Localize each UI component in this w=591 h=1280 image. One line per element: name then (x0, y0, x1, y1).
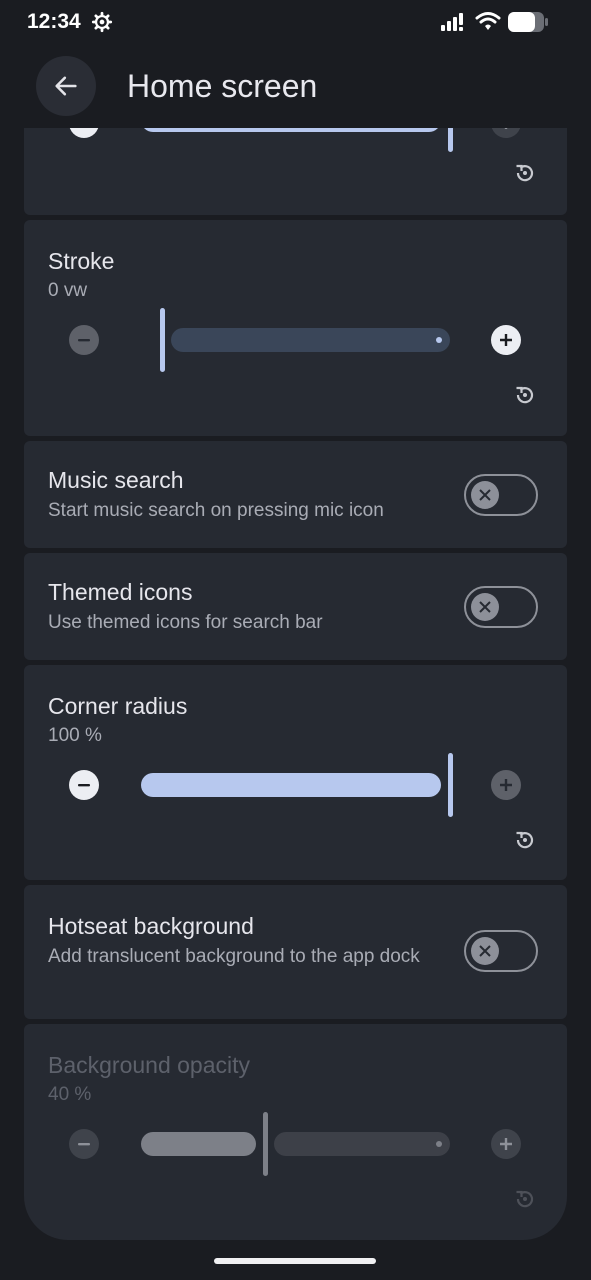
slider-thumb[interactable] (448, 128, 453, 152)
plus-icon (500, 779, 512, 791)
background-opacity-value: 40 % (48, 1084, 92, 1105)
minus-icon (78, 339, 90, 342)
slider-end-dot (436, 1141, 442, 1147)
signal-icon (441, 13, 463, 31)
themed-icons-card[interactable]: Themed icons Use themed icons for search… (24, 553, 567, 660)
corner-radius-value: 100 % (48, 725, 102, 746)
slider-inactive-track[interactable] (171, 328, 450, 352)
music-search-title: Music search (48, 467, 184, 493)
slider-thumb[interactable] (160, 308, 165, 372)
slider-active-track[interactable] (141, 128, 441, 132)
plus-icon (500, 1138, 512, 1150)
themed-icons-title: Themed icons (48, 579, 193, 605)
settings-list[interactable]: Stroke 0 vw Music search Start music sea… (0, 128, 591, 1242)
music-search-card[interactable]: Music search Start music search on press… (24, 441, 567, 548)
corner-radius-card: Corner radius 100 % (24, 665, 567, 880)
themed-icons-toggle[interactable] (464, 586, 538, 628)
corner-radius-increase-button[interactable] (491, 770, 521, 800)
plus-icon (504, 128, 508, 129)
hotseat-background-toggle[interactable] (464, 930, 538, 972)
page-title: Home screen (127, 68, 318, 104)
status-time: 12:34 (27, 10, 81, 33)
slider-active-track[interactable] (141, 773, 441, 797)
minus-icon (78, 1143, 90, 1146)
app-bar: Home screen (0, 50, 591, 126)
slider-thumb[interactable] (448, 753, 453, 817)
stroke-decrease-button[interactable] (69, 325, 99, 355)
background-opacity-title: Background opacity (48, 1052, 251, 1078)
reset-icon[interactable] (513, 161, 537, 185)
music-search-subtitle: Start music search on pressing mic icon (48, 500, 384, 521)
stroke-increase-button[interactable] (491, 325, 521, 355)
back-button[interactable] (36, 56, 96, 116)
stroke-card: Stroke 0 vw (24, 220, 567, 436)
wifi-icon (475, 12, 501, 30)
background-opacity-increase-button[interactable] (491, 1129, 521, 1159)
corner-radius-title: Corner radius (48, 693, 188, 719)
slider-active-track[interactable] (141, 1132, 256, 1156)
close-icon (479, 489, 491, 501)
status-bar: 12:34 (0, 0, 591, 44)
background-opacity-decrease-button[interactable] (69, 1129, 99, 1159)
reset-icon[interactable] (513, 828, 537, 852)
battery-icon (508, 12, 548, 32)
back-arrow-icon (55, 76, 77, 96)
increase-button[interactable] (491, 128, 521, 138)
hotseat-background-title: Hotseat background (48, 913, 254, 939)
gesture-nav-bar[interactable] (214, 1258, 376, 1264)
settings-gear-icon (91, 11, 113, 33)
decrease-button[interactable] (69, 128, 99, 138)
minus-icon (78, 784, 90, 787)
partial-slider-card (24, 128, 567, 215)
hotseat-background-card[interactable]: Hotseat background Add translucent backg… (24, 885, 567, 1019)
corner-radius-decrease-button[interactable] (69, 770, 99, 800)
plus-icon (500, 334, 512, 346)
stroke-title: Stroke (48, 248, 115, 274)
slider-inactive-track[interactable] (273, 1132, 450, 1156)
reset-icon[interactable] (513, 383, 537, 407)
slider-thumb[interactable] (262, 1112, 268, 1176)
stroke-value: 0 vw (48, 280, 88, 301)
themed-icons-subtitle: Use themed icons for search bar (48, 612, 323, 633)
close-icon (479, 945, 491, 957)
close-icon (479, 601, 491, 613)
background-opacity-card: Background opacity 40 % (24, 1024, 567, 1240)
reset-icon[interactable] (513, 1187, 537, 1211)
hotseat-background-subtitle: Add translucent background to the app do… (48, 946, 420, 967)
minus-icon (76, 128, 92, 131)
slider-end-dot (436, 337, 442, 343)
music-search-toggle[interactable] (464, 474, 538, 516)
